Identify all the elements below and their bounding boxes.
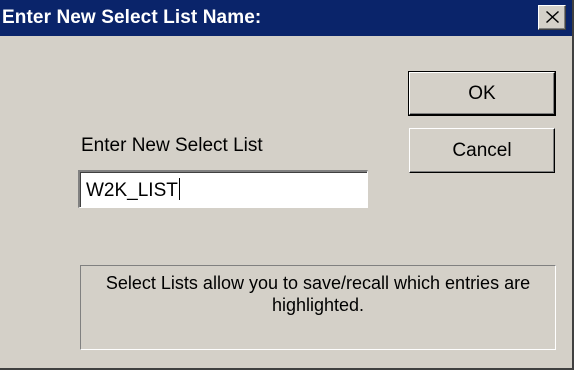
cancel-button[interactable]: Cancel bbox=[409, 128, 555, 173]
ok-button[interactable]: OK bbox=[408, 71, 556, 116]
dialog-title: Enter New Select List Name: bbox=[2, 7, 262, 28]
info-message: Select Lists allow you to save/recall wh… bbox=[105, 273, 531, 315]
select-list-name-input[interactable]: W2K_LIST bbox=[78, 170, 368, 208]
select-list-name-label: Enter New Select List bbox=[81, 135, 263, 156]
close-button[interactable] bbox=[538, 5, 566, 30]
input-value: W2K_LIST bbox=[86, 180, 178, 201]
close-icon bbox=[546, 11, 559, 23]
info-message-box: Select Lists allow you to save/recall wh… bbox=[80, 265, 556, 350]
select-list-name-dialog: Enter New Select List Name: OK Cancel En… bbox=[0, 0, 574, 370]
text-caret bbox=[178, 178, 180, 200]
title-bar[interactable]: Enter New Select List Name: bbox=[0, 0, 572, 36]
